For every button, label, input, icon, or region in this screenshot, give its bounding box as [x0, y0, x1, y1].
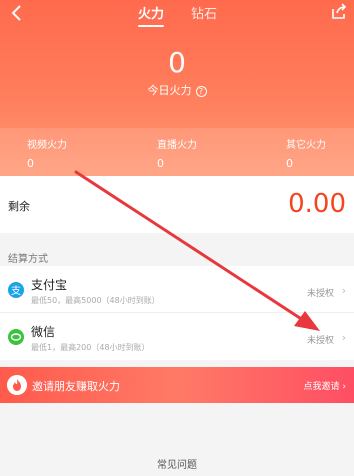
remaining-row: 剩余 0.00 — [0, 176, 354, 233]
alipay-icon: 支 — [8, 282, 24, 298]
tab-diamond[interactable]: 钻石 — [191, 3, 217, 22]
today-fire-value: 0 — [168, 46, 186, 79]
help-icon[interactable]: ? — [195, 86, 207, 97]
authorization-status: 未授权 — [306, 336, 334, 346]
stat-value: 0 — [157, 157, 164, 170]
faq-link[interactable]: 常见问题 — [0, 456, 354, 471]
stat-video-fire: 视频火力 0 — [27, 136, 67, 170]
settlement-title: 结算方式 — [8, 254, 48, 265]
stat-label: 视频火力 — [27, 140, 67, 151]
payment-method-wechat[interactable]: 微信 最低1，最高200（48小时到账） 未授权 › — [0, 313, 354, 360]
settlement-methods: 支 支付宝 最低50，最高5000（48小时到账） 未授权 › 微信 最低1，最… — [0, 266, 354, 360]
payment-method-desc: 最低1，最高200（48小时到账） — [31, 343, 150, 352]
today-fire-label: 今日火力? — [0, 82, 354, 98]
remaining-value: 0.00 — [288, 189, 346, 219]
stat-label: 其它火力 — [286, 140, 326, 151]
payment-method-name: 支付宝 — [31, 278, 68, 292]
payment-method-desc: 最低50，最高5000（48小时到账） — [31, 296, 160, 305]
stat-value: 0 — [286, 157, 293, 170]
flame-icon — [7, 375, 27, 395]
invite-text: 邀请朋友赚取火力 — [32, 380, 120, 393]
alipay-icon-glyph: 支 — [11, 285, 21, 297]
stat-live-fire: 直播火力 0 — [157, 136, 197, 170]
chevron-right-icon: › — [341, 331, 346, 344]
authorization-status: 未授权 — [306, 289, 334, 299]
payment-method-alipay[interactable]: 支 支付宝 最低50，最高5000（48小时到账） 未授权 › — [0, 266, 354, 313]
fire-stats: 视频火力 0 直播火力 0 其它火力 0 — [0, 128, 354, 176]
stat-value: 0 — [27, 157, 34, 170]
wechat-icon — [8, 329, 24, 345]
chevron-left-icon[interactable] — [6, 2, 30, 24]
remaining-label: 剩余 — [8, 200, 30, 213]
stat-label: 直播火力 — [157, 140, 197, 151]
share-icon[interactable] — [330, 3, 348, 21]
payment-method-name: 微信 — [31, 325, 56, 339]
today-fire-label-text: 今日火力 — [147, 84, 192, 97]
chevron-right-icon: › — [341, 284, 346, 297]
invite-action-label: 点我邀请 — [303, 382, 340, 392]
stat-other-fire: 其它火力 0 — [286, 136, 326, 170]
tab-fire[interactable]: 火力 — [138, 3, 165, 27]
invite-action-link[interactable]: 点我邀请 › — [304, 379, 346, 392]
invite-banner[interactable]: 邀请朋友赚取火力 点我邀请 › — [0, 367, 354, 403]
top-nav: 火力 钻石 — [0, 0, 354, 28]
header-panel: 火力 钻石 0 今日火力? 视频火力 0 直播火力 0 其它火力 0 — [0, 0, 354, 176]
